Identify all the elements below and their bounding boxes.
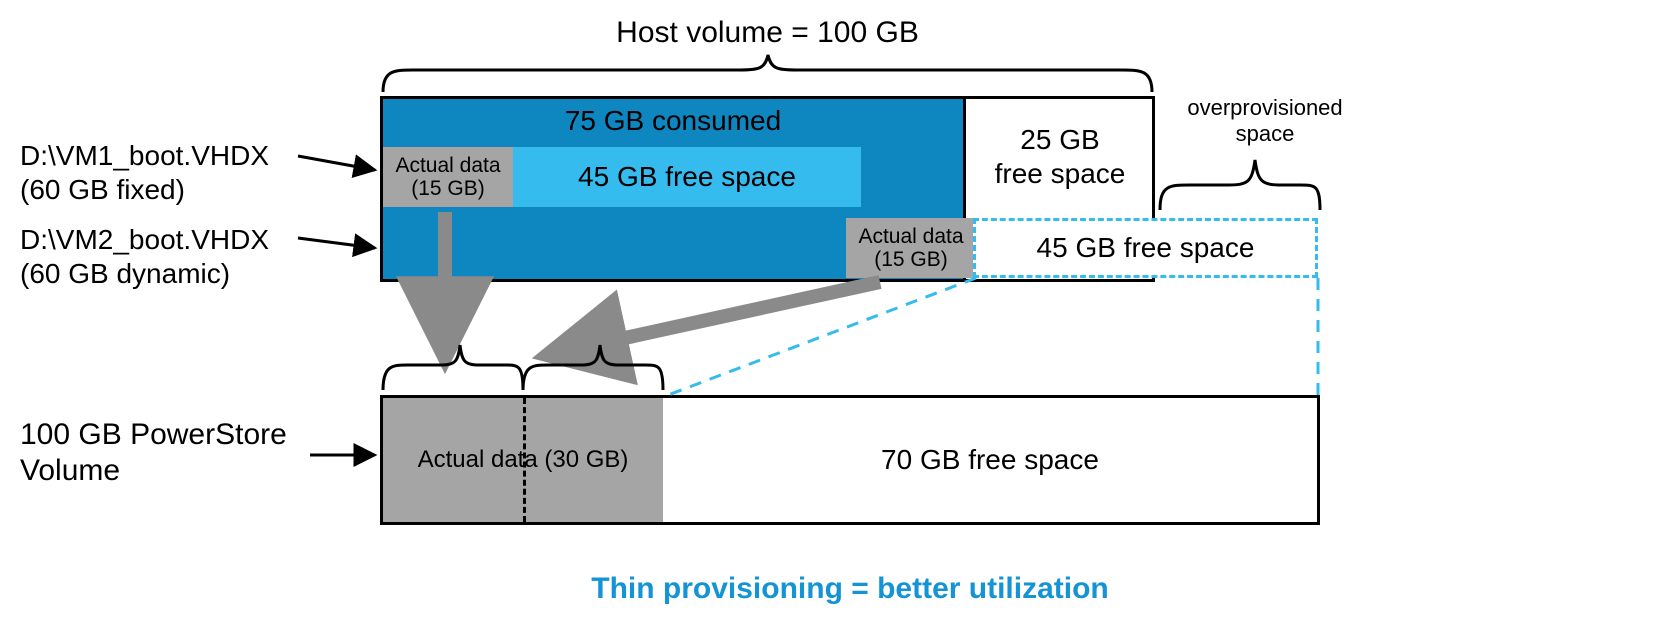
host-consumed-label: 75 GB consumed	[383, 105, 963, 137]
vm1-label-line2: (60 GB fixed)	[20, 172, 185, 207]
arrow-vm1	[298, 156, 375, 170]
arrow-vm2-to-ps	[570, 282, 880, 350]
vm2-label-line1: D:\VM2_boot.VHDX	[20, 222, 269, 257]
vm1-actual-data: Actual data (15 GB)	[383, 147, 513, 207]
dashed-connector-left	[663, 278, 976, 397]
powerstore-actual-divider	[523, 398, 526, 522]
brace-host-volume	[383, 55, 1152, 92]
vm2-overprovisioned-free-space: 45 GB free space	[973, 218, 1318, 278]
thin-provisioning-diagram: Host volume = 100 GB overprovisioned spa…	[0, 0, 1662, 638]
host-free-space-label: 25 GB free space	[973, 123, 1147, 190]
vm2-label-line2: (60 GB dynamic)	[20, 256, 230, 291]
arrow-vm2	[298, 238, 375, 248]
diagram-caption: Thin provisioning = better utilization	[380, 570, 1320, 608]
vm1-label-line1: D:\VM1_boot.VHDX	[20, 138, 269, 173]
brace-ps-2	[523, 345, 663, 390]
vm2-actual-data: Actual data (15 GB)	[846, 218, 976, 278]
overprovisioned-label-2: space	[1160, 120, 1370, 148]
powerstore-label-line2: Volume	[20, 452, 120, 490]
host-volume-title: Host volume = 100 GB	[380, 14, 1155, 52]
brace-ps-1	[383, 345, 523, 390]
powerstore-volume-box: Actual data (30 GB) 70 GB free space	[380, 395, 1320, 525]
overprovisioned-label-1: overprovisioned	[1160, 94, 1370, 122]
powerstore-free-space: 70 GB free space	[663, 398, 1317, 522]
powerstore-label-line1: 100 GB PowerStore	[20, 416, 287, 454]
vm1-free-space: 45 GB free space	[513, 147, 861, 207]
brace-overprovisioned	[1160, 160, 1320, 210]
